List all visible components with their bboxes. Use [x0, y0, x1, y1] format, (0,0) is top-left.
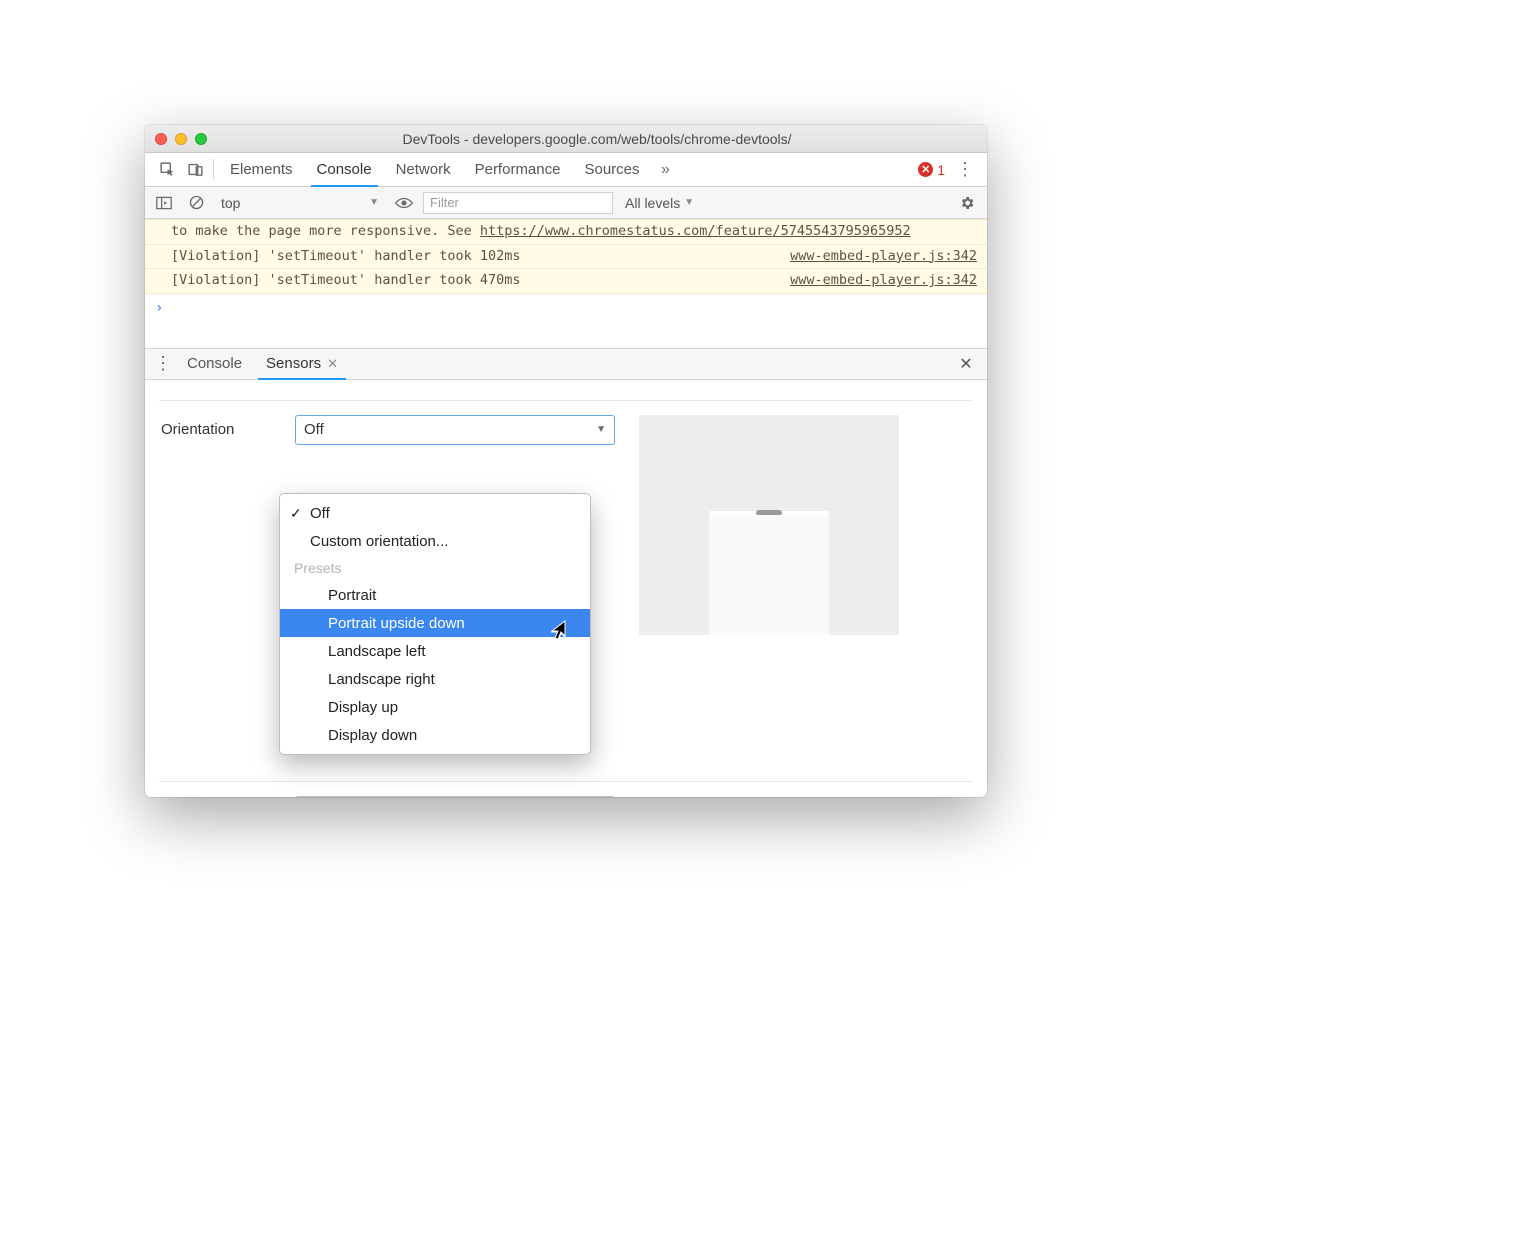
close-window-button[interactable] [155, 133, 167, 145]
log-message: [Violation] 'setTimeout' handler took 47… [171, 271, 778, 291]
touch-row: Touch Device-based ▼ [161, 796, 971, 797]
drawer-tabbar: ⋮ Console Sensors ✕ ✕ [145, 348, 987, 380]
console-sidebar-toggle-icon[interactable] [151, 192, 177, 214]
dropdown-option-display-down[interactable]: Display down [280, 721, 590, 749]
log-source-link[interactable]: www-embed-player.js:342 [790, 247, 977, 267]
window-controls [155, 133, 207, 145]
main-tabbar: Elements Console Network Performance Sou… [145, 153, 987, 187]
dropdown-presets-header: Presets [280, 555, 590, 581]
device-orientation-preview[interactable] [639, 415, 899, 635]
orientation-value: Off [304, 421, 324, 438]
panel-gap [145, 322, 987, 348]
titlebar: DevTools - developers.google.com/web/too… [145, 125, 987, 153]
console-settings-icon[interactable] [953, 195, 981, 211]
inspect-element-icon[interactable] [153, 153, 181, 186]
tab-sources[interactable]: Sources [572, 153, 651, 186]
minimize-window-button[interactable] [175, 133, 187, 145]
tab-elements[interactable]: Elements [218, 153, 305, 186]
execution-context-select[interactable]: top ▼ [215, 192, 385, 214]
drawer-close-icon[interactable]: ✕ [951, 349, 981, 379]
touch-select[interactable]: Device-based ▼ [295, 796, 615, 797]
live-expression-icon[interactable] [391, 192, 417, 214]
console-log-row[interactable]: to make the page more responsive. See ht… [145, 219, 987, 245]
log-message: to make the page more responsive. See ht… [171, 222, 977, 242]
console-log-area: to make the page more responsive. See ht… [145, 219, 987, 322]
tab-performance[interactable]: Performance [463, 153, 573, 186]
devtools-window: DevTools - developers.google.com/web/too… [145, 125, 987, 797]
divider [159, 400, 973, 401]
console-log-row[interactable]: [Violation] 'setTimeout' handler took 47… [145, 269, 987, 294]
orientation-label: Orientation [161, 415, 271, 438]
log-message: [Violation] 'setTimeout' handler took 10… [171, 247, 778, 267]
tab-console[interactable]: Console [305, 153, 384, 186]
dropdown-option-portrait[interactable]: Portrait [280, 581, 590, 609]
tab-network[interactable]: Network [384, 153, 463, 186]
dropdown-option-landscape-left[interactable]: Landscape left [280, 637, 590, 665]
console-prompt[interactable]: › [145, 294, 987, 322]
orientation-select[interactable]: Off ▼ [295, 415, 615, 445]
prompt-caret: › [155, 300, 163, 316]
dropdown-option-landscape-right[interactable]: Landscape right [280, 665, 590, 693]
orientation-dropdown: Off Custom orientation... Presets Portra… [279, 493, 591, 755]
touch-label: Touch [161, 796, 271, 797]
dropdown-option-off[interactable]: Off [280, 499, 590, 527]
drawer-tab-sensors[interactable]: Sensors ✕ [254, 349, 350, 379]
divider [213, 159, 214, 180]
dropdown-option-display-up[interactable]: Display up [280, 693, 590, 721]
log-link[interactable]: https://www.chromestatus.com/feature/574… [480, 223, 911, 239]
dropdown-option-custom[interactable]: Custom orientation... [280, 527, 590, 555]
maximize-window-button[interactable] [195, 133, 207, 145]
log-levels-select[interactable]: All levels ▼ [619, 195, 700, 211]
context-value: top [221, 195, 240, 211]
window-title: DevTools - developers.google.com/web/too… [217, 131, 977, 147]
divider [159, 781, 973, 782]
close-tab-icon[interactable]: ✕ [327, 356, 338, 372]
mouse-cursor-icon [550, 620, 566, 640]
chevron-down-icon: ▼ [369, 197, 379, 208]
chevron-down-icon: ▼ [684, 197, 694, 208]
console-toolbar: top ▼ Filter All levels ▼ [145, 187, 987, 219]
error-count-badge[interactable]: ✕ 1 [912, 153, 951, 186]
filter-placeholder: Filter [430, 195, 459, 210]
levels-label: All levels [625, 195, 680, 211]
clear-console-icon[interactable] [183, 192, 209, 214]
filter-input[interactable]: Filter [423, 192, 613, 214]
more-tabs-icon[interactable]: » [652, 153, 680, 186]
error-count: 1 [937, 162, 945, 178]
drawer-menu-icon[interactable]: ⋮ [151, 349, 175, 379]
device-body [709, 515, 829, 635]
main-menu-icon[interactable]: ⋮ [951, 153, 979, 186]
device-toolbar-icon[interactable] [181, 153, 209, 186]
dropdown-option-portrait-upside-down[interactable]: Portrait upside down [280, 609, 590, 637]
console-log-row[interactable]: [Violation] 'setTimeout' handler took 10… [145, 245, 987, 270]
log-source-link[interactable]: www-embed-player.js:342 [790, 271, 977, 291]
drawer-tab-console[interactable]: Console [175, 349, 254, 379]
chevron-down-icon: ▼ [596, 424, 606, 435]
error-icon: ✕ [918, 162, 933, 177]
